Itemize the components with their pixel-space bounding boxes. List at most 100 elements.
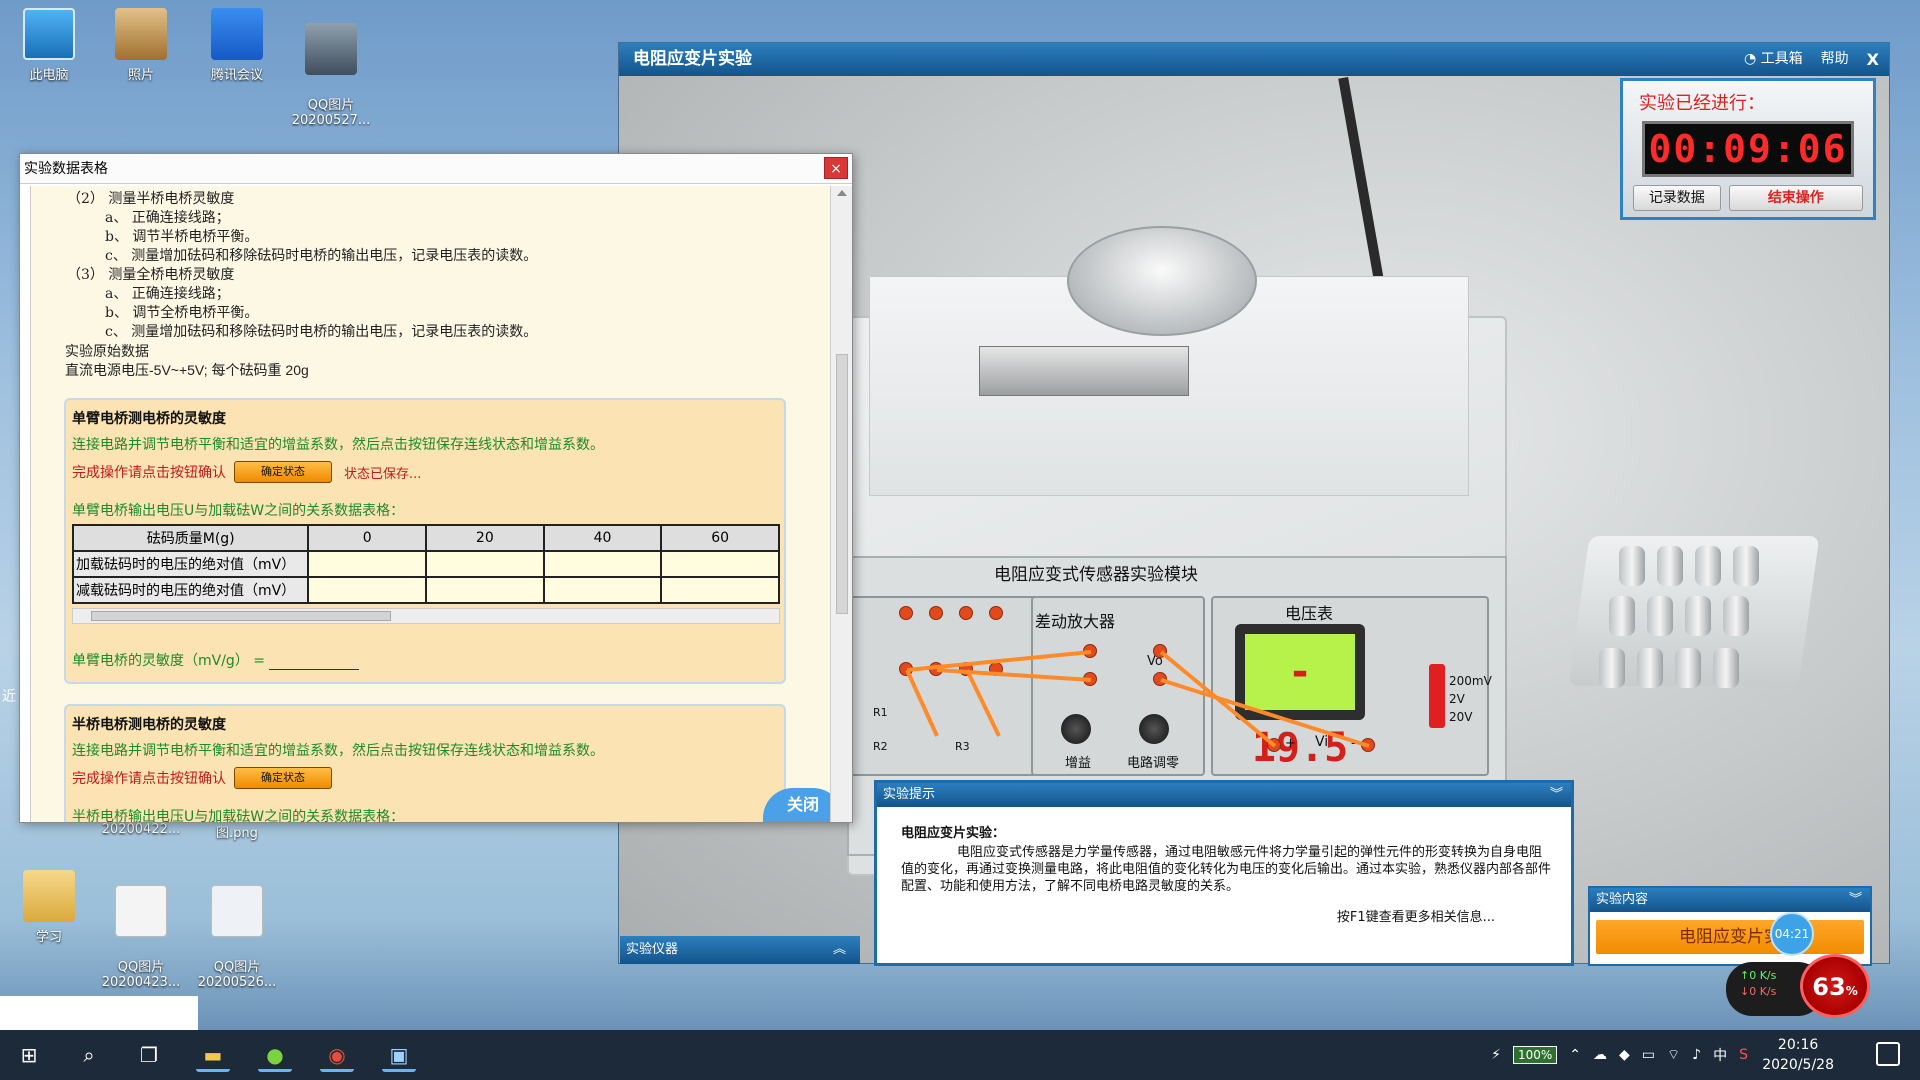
vertical-scrollbar[interactable] — [830, 186, 852, 822]
download-speed: ↓0 K/s — [1740, 985, 1777, 998]
data-input-cell[interactable] — [542, 576, 663, 604]
task-view-icon[interactable]: ❐ — [132, 1038, 166, 1072]
collapse-chevron-icon[interactable]: ︾ — [1550, 783, 1563, 807]
desktop-icon-qq-image-0422[interactable]: 20200422... — [96, 822, 186, 837]
instruction-line: c、 测量增加砝码和移除砝码时电桥的输出电压，记录电压表的读数。 — [105, 324, 538, 340]
data-input-cell[interactable] — [425, 576, 545, 604]
timer-label: 实验已经进行： — [1639, 93, 1765, 114]
app-green-icon[interactable]: ● — [258, 1038, 292, 1072]
confirm-state-button[interactable]: 确定状态 — [234, 767, 332, 789]
simulation-app-icon[interactable]: ▣ — [382, 1038, 416, 1072]
desktop-icon-qq-image-0423[interactable]: QQ图片 20200423... — [96, 870, 186, 1005]
chrome-icon[interactable]: ◉ — [320, 1038, 354, 1072]
desktop-icon-label: 学习 — [35, 930, 62, 945]
sensitivity-input[interactable] — [269, 656, 360, 670]
single-arm-bridge-panel: 单臂电桥测电桥的灵敏度 连接电路并调节电桥平衡和适宜的增益系数，然后点击按钮保存… — [64, 398, 786, 684]
desktop-icon-qq-image-0526[interactable]: QQ图片 20200526... — [192, 870, 282, 1005]
confirm-state-button[interactable]: 确定状态 — [234, 461, 332, 483]
desktop-icon-label: 腾讯会议 — [210, 68, 263, 83]
table-header-row: 砝码质量M(g) 0 20 40 60 — [71, 524, 780, 552]
table-horizontal-scrollbar[interactable] — [72, 608, 780, 624]
instruction-line: a、 正确连接线路； — [105, 210, 230, 226]
weight-block[interactable] — [1657, 546, 1683, 586]
hint-body: 电阻应变式传感器是力学量传感器，通过电阻敏感元件将力学量引起的弹性元件的形变转换… — [901, 845, 1552, 894]
single-arm-data-table: 砝码质量M(g) 0 20 40 60 加载砝码时的电压的绝对值（mV） 减载砝… — [71, 524, 780, 604]
expand-chevron-icon[interactable]: ︽ — [833, 936, 846, 964]
timer-clock: 00:09:06 — [1642, 121, 1854, 177]
qq-icon[interactable]: ◆ — [1619, 1047, 1630, 1063]
weight-block[interactable] — [1723, 596, 1749, 636]
cloud-icon[interactable]: ☁ — [1593, 1047, 1607, 1063]
ime-indicator[interactable]: 中 — [1713, 1045, 1727, 1065]
weight-block[interactable] — [1619, 546, 1645, 586]
power-icon[interactable]: ⚡ — [1491, 1047, 1501, 1063]
taskbar-clock[interactable]: 20:16 2020/5/28 — [1762, 1035, 1834, 1075]
scrollbar-thumb[interactable] — [836, 354, 848, 614]
blank-white-box — [0, 996, 198, 1030]
weight-block[interactable] — [1695, 546, 1721, 586]
volume-icon[interactable]: ♪ — [1692, 1047, 1701, 1063]
memory-usage-ball[interactable]: 63% — [1800, 954, 1870, 1018]
weight-block[interactable] — [1637, 648, 1663, 688]
instruction-line: （3） 测量全桥电桥灵敏度 — [67, 267, 235, 283]
instructions: （2） 测量半桥电桥灵敏度 a、 正确连接线路； b、 调节半桥电桥平衡。 c、… — [31, 186, 830, 380]
raw-data-heading: 实验原始数据 — [65, 343, 149, 359]
weight-block[interactable] — [1733, 546, 1759, 586]
data-input-cell[interactable] — [425, 550, 545, 578]
collapse-chevron-icon[interactable]: ︾ — [1849, 888, 1862, 912]
data-input-cell[interactable] — [542, 550, 663, 578]
battery-indicator[interactable]: 100% — [1512, 1046, 1558, 1064]
section-instruction: 连接电路并调节电桥平衡和适宜的增益系数，然后点击按钮保存连线状态和增益系数。 — [72, 743, 604, 759]
data-input-cell[interactable] — [660, 576, 780, 604]
scrollbar-thumb[interactable] — [91, 611, 391, 621]
weight-block[interactable] — [1713, 648, 1739, 688]
data-window-title: 实验数据表格 — [24, 161, 108, 177]
scroll-up-arrow-icon[interactable] — [837, 190, 847, 196]
weight-block[interactable] — [1599, 648, 1625, 688]
sensitivity-row: 单臂电桥的灵敏度（mV/g） = — [66, 624, 784, 678]
desktop-icon-qq-image-0527[interactable]: QQ图片 20200527... — [286, 8, 376, 143]
sim-close-button[interactable]: X — [1867, 43, 1879, 76]
data-input-cell[interactable] — [660, 550, 780, 578]
record-data-button[interactable]: 记录数据 — [1633, 185, 1721, 211]
data-window-close-button[interactable]: × — [824, 157, 848, 179]
monitor-icon[interactable]: ▭ — [1642, 1047, 1655, 1063]
desktop-icon-photos[interactable]: 照片 — [96, 8, 186, 83]
desktop-icon-tencent-meeting[interactable]: 腾讯会议 — [192, 8, 282, 83]
notification-center-icon[interactable] — [1876, 1042, 1900, 1066]
help-button[interactable]: 帮助 — [1821, 43, 1849, 76]
desktop-icon-this-pc[interactable]: 此电脑 — [4, 8, 94, 83]
end-operation-button[interactable]: 结束操作 — [1728, 185, 1863, 211]
search-icon[interactable]: ⌕ — [72, 1038, 106, 1072]
weight-block[interactable] — [1685, 596, 1711, 636]
section-title: 半桥电桥测电桥的灵敏度 — [72, 717, 226, 733]
desktop-icon-label: QQ图片 20200526... — [197, 960, 277, 990]
data-window-content: （2） 测量半桥电桥灵敏度 a、 正确连接线路； b、 调节半桥电桥平衡。 c、… — [30, 186, 830, 822]
wifi-icon[interactable]: ⌔ — [1667, 1046, 1680, 1064]
hint-panel: 实验提示 ︾ 电阻应变片实验： 电阻应变式传感器是力学量传感器，通过电阻敏感元件… — [874, 780, 1574, 966]
section-instruction: 连接电路并调节电桥平衡和适宜的增益系数，然后点击按钮保存连线状态和增益系数。 — [72, 437, 604, 453]
desktop-icon-label: 照片 — [127, 68, 154, 83]
memory-percent: 63 — [1812, 973, 1846, 1001]
file-explorer-icon[interactable]: ▬ — [196, 1038, 230, 1072]
sim-title: 电阻应变片实验 — [633, 49, 752, 69]
chevron-up-icon[interactable]: ⌃ — [1569, 1047, 1581, 1063]
antivirus-icon[interactable]: S — [1739, 1047, 1748, 1063]
desktop-icon-label: 此电脑 — [29, 68, 69, 83]
equipment-title: 实验仪器 — [626, 942, 679, 957]
equipment-panel-bar[interactable]: 实验仪器 ︽ — [620, 936, 860, 964]
content-title: 实验内容 — [1596, 892, 1649, 907]
mini-timer-badge[interactable]: 04:21 — [1770, 912, 1814, 956]
desktop-icon-study-folder[interactable]: 学习 — [4, 870, 94, 945]
weight-block[interactable] — [1609, 596, 1635, 636]
experiment-content-button[interactable]: 电阻应变片实 — [1596, 920, 1864, 954]
data-input-cell[interactable] — [307, 550, 427, 578]
percent-unit: % — [1845, 984, 1858, 998]
weight-block[interactable] — [1647, 596, 1673, 636]
weight-block[interactable] — [1675, 648, 1701, 688]
desktop-icon-png[interactable]: 图.png — [192, 822, 282, 841]
toolbox-button[interactable]: ◔ 工具箱 — [1744, 43, 1803, 76]
data-input-cell[interactable] — [307, 576, 427, 604]
windows-start-icon[interactable]: ⊞ — [12, 1038, 46, 1072]
desktop-icon-label: QQ图片 20200423... — [101, 960, 181, 990]
